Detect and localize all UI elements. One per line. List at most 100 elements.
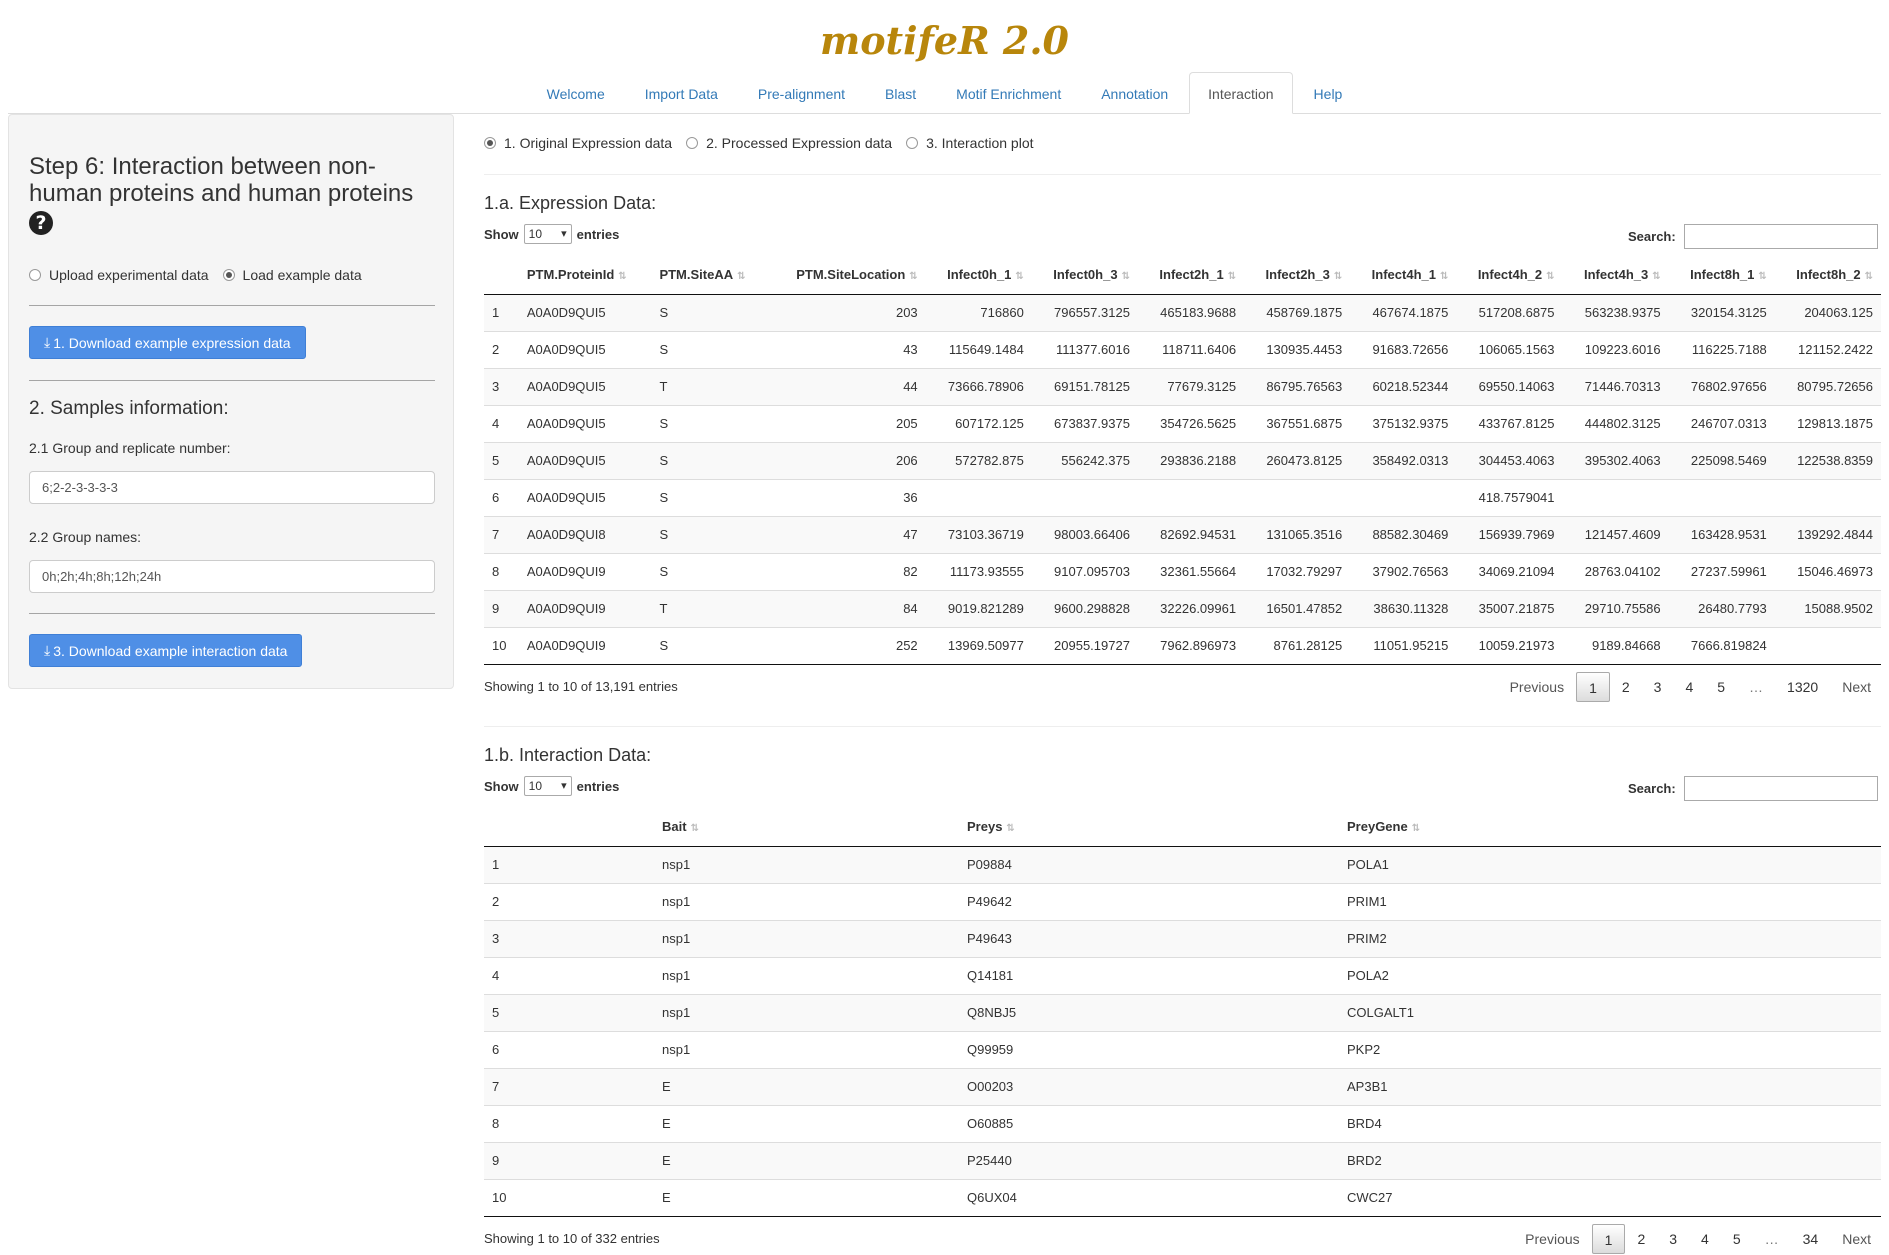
column-header[interactable]: Infect4h_3 ⇅ [1562,256,1669,295]
sort-icon[interactable]: ⇅ [1652,271,1660,282]
tab-pre-alignment[interactable]: Pre-alignment [739,72,864,114]
section-divider [484,726,1881,727]
table-row[interactable]: 6 A0A0D9QUI5 S 36 418.7579041 [484,478,1881,516]
radio-original-indicator[interactable] [484,137,496,149]
table-row[interactable]: 5 nsp1 Q8NBJ5 COLGALT1 [484,993,1881,1031]
table-row[interactable]: 9 A0A0D9QUI9 T 84 9019.821289 9600.298828 3222… [484,589,1881,627]
question-circle-icon[interactable]: ? [29,211,53,235]
sort-icon[interactable]: ⇅ [1440,271,1448,282]
pagination-page[interactable]: 3 [1642,672,1674,702]
column-header-index[interactable] [484,256,519,295]
sort-icon[interactable]: ⇅ [1546,271,1554,282]
table-row[interactable]: 10 A0A0D9QUI9 S 252 13969.50977 20955.19727 79… [484,626,1881,665]
column-header[interactable]: PTM.SiteAA ⇅ [651,256,769,295]
sort-icon[interactable]: ⇅ [737,271,745,282]
pagination-page[interactable]: 4 [1689,1224,1721,1254]
radio-original-expression[interactable]: 1. Original Expression data [484,135,672,151]
table-row[interactable]: 8 E O60885 BRD4 [484,1104,1881,1142]
sort-icon[interactable]: ⇅ [618,271,626,282]
column-header[interactable]: Infect0h_1 ⇅ [925,256,1032,295]
interaction-page-size-select[interactable]: 10 [523,776,572,796]
column-header[interactable]: Infect4h_1 ⇅ [1350,256,1457,295]
pagination-previous[interactable]: Previous [1498,672,1576,702]
table-row[interactable]: 4 A0A0D9QUI5 S 205 607172.125 673837.9375 3547… [484,404,1881,442]
pagination-page[interactable]: 3 [1657,1224,1689,1254]
radio-upload-experimental[interactable]: Upload experimental data [29,267,209,283]
sort-icon[interactable]: ⇅ [1015,271,1023,282]
sort-icon[interactable]: ⇅ [909,271,917,282]
table-row[interactable]: 2 A0A0D9QUI5 S 43 115649.1484 111377.6016 1187… [484,330,1881,368]
table-cell: POLA2 [1339,956,1881,994]
table-row[interactable]: 1 A0A0D9QUI5 S 203 716860 796557.3125 465183.9… [484,293,1881,331]
radio-plot-indicator[interactable] [906,137,919,149]
table-row[interactable]: 8 A0A0D9QUI9 S 82 11173.93555 9107.095703 3236… [484,552,1881,590]
pagination-page[interactable]: 2 [1610,672,1642,702]
download-expression-button[interactable]: ⤓ 1. Download example expression data [29,326,306,359]
column-header[interactable]: Infect0h_3 ⇅ [1031,256,1138,295]
radio-upload-indicator[interactable] [29,269,41,281]
group-replicate-input[interactable]: 6;2-2-3-3-3-3 [29,471,435,504]
table-row[interactable]: 10 E Q6UX04 CWC27 [484,1178,1881,1217]
column-header[interactable]: PreyGene ⇅ [1339,808,1881,847]
pagination-page[interactable]: 34 [1791,1224,1831,1254]
sort-icon[interactable]: ⇅ [1006,823,1014,834]
column-header[interactable]: Infect2h_3 ⇅ [1244,256,1351,295]
sort-icon[interactable]: ⇅ [1865,271,1873,282]
table-cell: S [651,478,769,516]
column-header-index[interactable] [484,808,654,847]
radio-processed-expression[interactable]: 2. Processed Expression data [686,135,892,151]
tab-annotation[interactable]: Annotation [1082,72,1187,114]
pagination-page[interactable]: 1320 [1775,672,1830,702]
pagination-next[interactable]: Next [1830,1224,1883,1254]
tab-interaction[interactable]: Interaction [1189,72,1293,114]
table-row[interactable]: 7 A0A0D9QUI8 S 47 73103.36719 98003.66406 8269… [484,515,1881,553]
column-header[interactable]: Infect8h_2 ⇅ [1774,256,1881,295]
sort-icon[interactable]: ⇅ [691,823,699,834]
column-header[interactable]: Infect8h_1 ⇅ [1668,256,1775,295]
column-header[interactable]: Infect4h_2 ⇅ [1456,256,1563,295]
tab-motif-enrichment[interactable]: Motif Enrichment [937,72,1080,114]
tab-welcome[interactable]: Welcome [528,72,624,114]
sort-icon[interactable]: ⇅ [1334,271,1342,282]
table-row[interactable]: 4 nsp1 Q14181 POLA2 [484,956,1881,994]
column-header[interactable]: Infect2h_1 ⇅ [1137,256,1245,295]
column-header[interactable]: PTM.ProteinId ⇅ [518,256,652,295]
radio-interaction-plot[interactable]: 3. Interaction plot [906,135,1034,151]
pagination-page[interactable]: 5 [1721,1224,1753,1254]
expression-page-size-select[interactable]: 10 [523,224,572,244]
pagination-previous[interactable]: Previous [1513,1224,1591,1254]
table-row[interactable]: 7 E O00203 AP3B1 [484,1067,1881,1105]
table-cell: E [654,1178,959,1217]
pagination-page[interactable]: 1 [1591,1224,1626,1254]
pagination-page[interactable]: 2 [1625,1224,1657,1254]
download-interaction-button[interactable]: ⤓ 3. Download example interaction data [29,634,303,667]
radio-load-example-indicator[interactable] [222,269,235,281]
sort-icon[interactable]: ⇅ [1122,271,1130,282]
group-names-input[interactable]: 0h;2h;4h;8h;12h;24h [29,560,435,593]
tab-import-data[interactable]: Import Data [626,72,737,114]
sort-icon[interactable]: ⇅ [1758,271,1766,282]
tab-help[interactable]: Help [1295,72,1362,114]
sort-icon[interactable]: ⇅ [1412,823,1420,834]
column-header[interactable]: Preys ⇅ [959,808,1339,847]
table-cell: 252 [768,626,926,665]
table-row[interactable]: 9 E P25440 BRD2 [484,1141,1881,1179]
table-row[interactable]: 5 A0A0D9QUI5 S 206 572782.875 556242.375 29383… [484,441,1881,479]
expression-search-input[interactable] [1683,224,1878,249]
interaction-search-input[interactable] [1683,776,1878,801]
column-header[interactable]: PTM.SiteLocation ⇅ [768,256,926,295]
column-header[interactable]: Bait ⇅ [654,808,959,847]
pagination-page[interactable]: 5 [1705,672,1737,702]
table-row[interactable]: 6 nsp1 Q99959 PKP2 [484,1030,1881,1068]
table-row[interactable]: 1 nsp1 P09884 POLA1 [484,845,1881,883]
pagination-page[interactable]: 1 [1576,672,1610,702]
radio-processed-indicator[interactable] [686,137,699,149]
radio-load-example[interactable]: Load example data [222,267,362,283]
sort-icon[interactable]: ⇅ [1228,271,1236,282]
pagination-next[interactable]: Next [1830,672,1883,702]
table-row[interactable]: 3 A0A0D9QUI5 T 44 73666.78906 69151.78125 7767… [484,367,1881,405]
table-row[interactable]: 2 nsp1 P49642 PRIM1 [484,882,1881,920]
table-row[interactable]: 3 nsp1 P49643 PRIM2 [484,919,1881,957]
pagination-page[interactable]: 4 [1673,672,1705,702]
tab-blast[interactable]: Blast [866,72,935,114]
